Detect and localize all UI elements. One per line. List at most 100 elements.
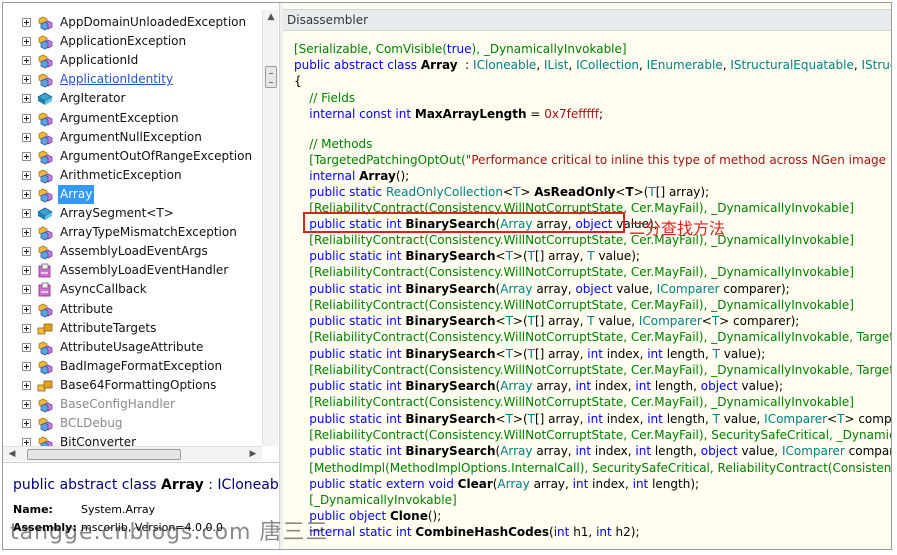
tree-scroll-thumb[interactable] (265, 66, 277, 88)
code-token: IEnumerable (646, 58, 723, 72)
code-token: ), _DynamicallyInvokable] (471, 42, 627, 56)
code-token: array, (532, 282, 576, 296)
code-token: < (615, 185, 626, 199)
tree-item[interactable]: AssemblyLoadEventHandler (3, 261, 263, 280)
expand-plus-icon[interactable] (22, 304, 31, 314)
expand-plus-icon[interactable] (22, 361, 31, 371)
tree-item-label: BadImageFormatException (60, 358, 223, 373)
code-token: > comparer); (719, 314, 800, 328)
expand-plus-icon[interactable] (22, 113, 31, 123)
code-token: // Fields (294, 91, 356, 105)
expand-plus-icon[interactable] (22, 285, 31, 295)
code-token: [ReliabilityContract(Consistency.WillNot… (294, 298, 854, 312)
code-token: length, (662, 412, 713, 426)
code-token: public static int (294, 314, 406, 328)
scroll-up-arrow-icon[interactable]: ▲ (264, 10, 278, 24)
tree-item[interactable]: AttributeUsageAttribute (3, 338, 263, 357)
expand-plus-icon[interactable] (22, 94, 31, 104)
type-tree[interactable]: AppDomainUnloadedException ApplicationExc… (3, 3, 279, 451)
class-icon (37, 149, 53, 165)
expand-plus-icon[interactable] (22, 56, 31, 66)
class-icon (37, 187, 53, 203)
code-token: length, (662, 347, 713, 361)
code-token: [] array, (535, 347, 588, 361)
tree-item-label: Array (58, 184, 95, 204)
scroll-right-arrow-icon[interactable]: ▶ (246, 447, 260, 461)
expand-plus-icon[interactable] (22, 209, 31, 218)
expand-plus-icon[interactable] (22, 132, 31, 142)
code-token: [Serializable, ComVisible( (294, 42, 447, 56)
expand-plus-icon[interactable] (22, 18, 31, 27)
tree-item[interactable]: ArithmeticException (3, 166, 263, 185)
code-token: > comparer); (844, 412, 892, 426)
tree-hscroll-thumb[interactable] (27, 449, 181, 460)
tree-item[interactable]: ArrayTypeMismatchException (3, 223, 263, 242)
code-token: [ReliabilityContract(Consistency.WillNot… (294, 330, 892, 344)
scroll-left-arrow-icon[interactable]: ◀ (5, 447, 19, 461)
code-token: IComparer (656, 282, 720, 296)
code-token: < (827, 412, 838, 426)
tree-item[interactable]: ApplicationException (3, 32, 263, 51)
expand-plus-icon[interactable] (22, 323, 31, 333)
code-token: [] array, (535, 412, 588, 426)
tree-item[interactable]: Attribute (3, 300, 263, 319)
code-token: (); (427, 509, 442, 523)
tree-item[interactable]: AttributeTargets (3, 319, 263, 338)
code-token: < (502, 185, 514, 199)
tree-item[interactable]: Array (3, 184, 263, 204)
code-token: object (700, 379, 738, 393)
tree-item[interactable]: AsyncCallback (3, 280, 263, 299)
tree-horizontal-scrollbar[interactable]: ◀ ▶ (3, 446, 262, 461)
code-token: value); (719, 347, 766, 361)
tree-vertical-scrollbar[interactable]: ▲ (262, 10, 278, 446)
code-token: public static int (294, 379, 406, 393)
code-token: T (625, 185, 634, 199)
enum-icon (37, 378, 53, 394)
expand-plus-icon[interactable] (22, 380, 31, 390)
expand-plus-icon[interactable] (22, 400, 31, 409)
tree-item-label: BaseConfigHandler (60, 397, 175, 411)
tree-item[interactable]: ArgumentNullException (3, 128, 263, 147)
code-token: length, (651, 444, 701, 458)
tree-item[interactable]: ArgumentException (3, 109, 263, 128)
tree-item-label: BCLDebug (60, 416, 123, 431)
code-token: T (587, 249, 595, 263)
code-line: public static int BinarySearch<T>(T[] ar… (294, 346, 765, 362)
code-token: h2); (611, 525, 640, 539)
expand-plus-icon[interactable] (22, 37, 31, 47)
code-token: array, (532, 444, 576, 458)
code-token: int (647, 412, 663, 426)
expand-plus-icon[interactable] (22, 151, 31, 161)
tree-item[interactable]: AssemblyLoadEventArgs (3, 242, 263, 261)
code-token: Array (359, 169, 396, 183)
expand-plus-icon[interactable] (22, 189, 31, 199)
expand-plus-icon[interactable] (22, 75, 31, 85)
code-token: value); (594, 249, 640, 263)
tree-item[interactable]: AppDomainUnloadedException (3, 13, 263, 32)
code-token: [TargetedPatchingOptOut( (294, 153, 466, 167)
tree-item[interactable]: ArraySegment<T> (3, 204, 263, 223)
tree-item[interactable]: ArgIterator (3, 89, 263, 108)
tree-item[interactable]: ArgumentOutOfRangeException (3, 147, 263, 166)
expand-plus-icon[interactable] (22, 342, 31, 352)
code-token: [ReliabilityContract(Consistency.WillNot… (294, 233, 854, 247)
tree-item[interactable]: ApplicationIdentity (3, 70, 263, 89)
tree-item[interactable]: BCLDebug (3, 414, 263, 433)
expand-plus-icon[interactable] (22, 170, 31, 180)
tree-item-label: ArithmeticException (60, 167, 182, 182)
expand-plus-icon[interactable] (22, 228, 31, 238)
expand-plus-icon[interactable] (22, 419, 31, 429)
expand-plus-icon[interactable] (22, 266, 31, 276)
class-icon (37, 340, 53, 356)
code-token: // Methods (294, 137, 373, 151)
tree-item[interactable]: ApplicationId (3, 51, 263, 70)
class-icon (37, 111, 53, 127)
tree-item[interactable]: BaseConfigHandler (3, 395, 263, 414)
watermark: tangge.cnblogs.com 唐三三 (10, 520, 329, 545)
code-line: [_DynamicallyInvokable] (294, 492, 456, 508)
class-icon (37, 130, 53, 146)
code-line: public static int BinarySearch<T>(T[] ar… (294, 411, 892, 427)
tree-item[interactable]: Base64FormattingOptions (3, 376, 263, 395)
expand-plus-icon[interactable] (22, 247, 31, 257)
tree-item[interactable]: BadImageFormatException (3, 357, 263, 376)
